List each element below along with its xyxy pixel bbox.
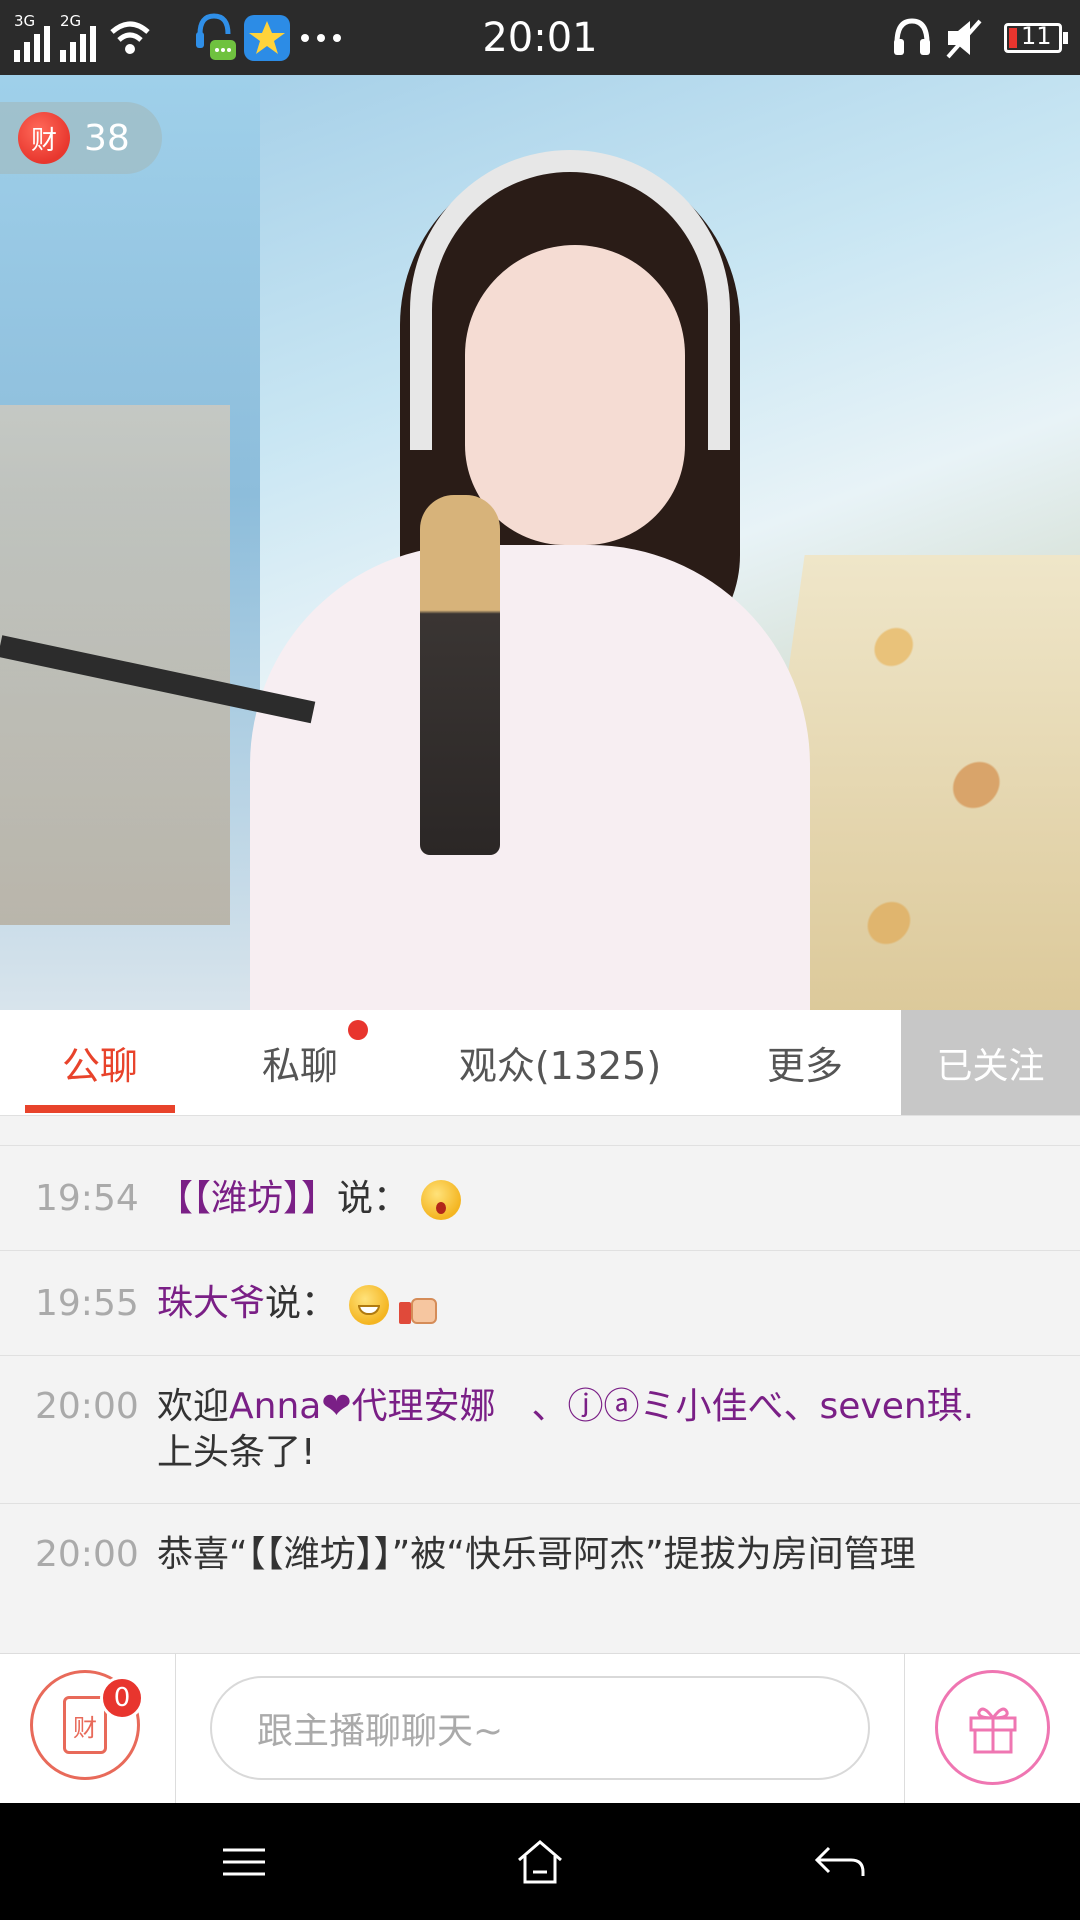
mute-icon [944, 0, 984, 75]
tab-audience[interactable]: 观众(1325) [420, 1010, 700, 1115]
tab-more[interactable]: 更多 [720, 1010, 890, 1115]
system-nav-bar [0, 1803, 1080, 1920]
follow-button[interactable]: 已关注 [901, 1010, 1080, 1115]
message-time: 20:00 [35, 1386, 139, 1427]
chat-list: 19:54 【【潍坊】】说： 19:55 珠大爷说： 20:00 欢迎Anna❤… [0, 1145, 1080, 1651]
shocked-emoji-icon [421, 1180, 462, 1220]
home-icon [518, 1839, 562, 1883]
message-said: 说： [337, 1178, 410, 1219]
chat-input[interactable]: 跟主播聊聊天~ [210, 1676, 870, 1780]
back-button[interactable] [780, 1803, 900, 1920]
chat-message: 20:00 欢迎Anna❤代理安娜 、ⓙⓐミ小佳べ、seven琪. 上头条了! [0, 1355, 1080, 1503]
chat-input-bar: 财 0 跟主播聊聊天~ [0, 1653, 1080, 1804]
gift-icon [969, 1707, 1016, 1753]
message-prefix: 欢迎 [157, 1386, 230, 1427]
message-suffix: 上头条了! [157, 1432, 316, 1473]
headphones-icon [892, 0, 932, 75]
back-icon [814, 1846, 865, 1876]
coin-badge: 财 [18, 112, 70, 164]
chat-message: 20:00 恭喜“【【潍坊】】”被“快乐哥阿杰”提拔为房间管理 [0, 1503, 1080, 1651]
gift-button[interactable] [935, 1670, 1050, 1785]
message-time: 19:54 [35, 1178, 139, 1219]
menu-icon [223, 1848, 265, 1875]
chat-message: 19:55 珠大爷说： [0, 1250, 1080, 1355]
message-time: 19:55 [35, 1283, 139, 1324]
message-text: 恭喜“【【潍坊】】”被“快乐哥阿杰”提拔为房间管理 [157, 1534, 916, 1575]
message-said: 说： [265, 1283, 338, 1324]
message-username[interactable]: 【【潍坊】】 [157, 1178, 337, 1219]
message-time: 20:00 [35, 1534, 139, 1575]
tab-public-chat[interactable]: 公聊 [0, 1010, 200, 1115]
message-username[interactable]: 珠大爷 [157, 1283, 265, 1324]
coin-count: 38 [84, 117, 130, 159]
live-video[interactable] [0, 75, 1080, 1010]
chat-message: 19:54 【【潍坊】】说： [0, 1145, 1080, 1250]
coin-indicator[interactable]: 财 38 [0, 102, 162, 174]
battery-icon: 11 [1004, 0, 1068, 75]
grin-emoji-icon [349, 1285, 390, 1325]
tab-private-chat[interactable]: 私聊 [200, 1010, 400, 1115]
unread-dot [348, 1020, 368, 1040]
active-tab-indicator [25, 1105, 175, 1113]
thumbs-up-icon [399, 1284, 441, 1326]
message-usernames[interactable]: Anna❤代理安娜 、ⓙⓐミ小佳べ、seven琪. [229, 1386, 974, 1427]
red-packet-count-badge: 0 [100, 1676, 144, 1720]
home-button[interactable] [480, 1803, 600, 1920]
menu-button[interactable] [184, 1803, 304, 1920]
status-bar: 3G 2G 20:01 11 [0, 0, 1080, 75]
